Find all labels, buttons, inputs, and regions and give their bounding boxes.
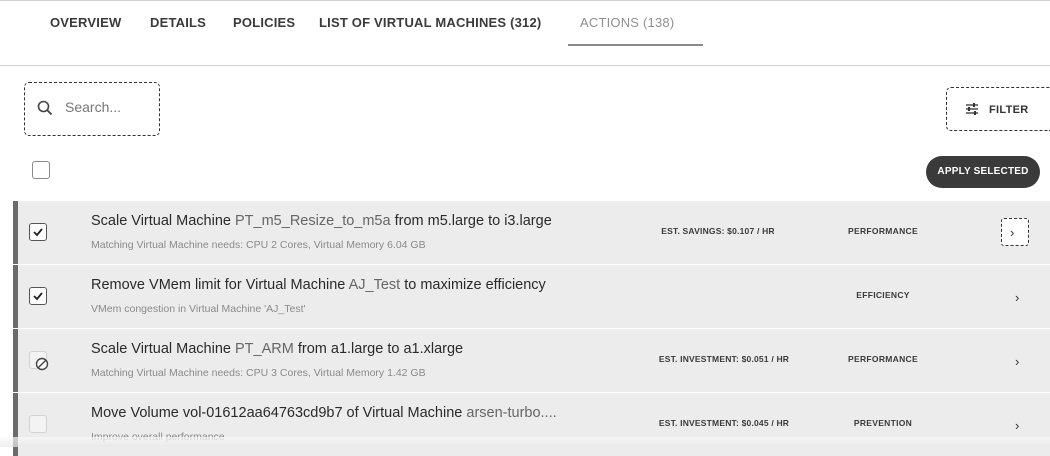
action-metric: EST. INVESTMENT: $0.045 / HR (658, 418, 790, 428)
action-subtitle: Matching Virtual Machine needs: CPU 2 Co… (91, 239, 426, 251)
action-title: Scale Virtual Machine PT_ARM from a1.lar… (91, 341, 464, 357)
search-box[interactable] (24, 82, 160, 136)
sliders-icon (965, 102, 979, 119)
filter-button[interactable]: FILTER (946, 87, 1050, 131)
entity-name: PT_ARM (235, 341, 294, 357)
action-row[interactable]: Scale Virtual Machine PT_m5_Resize_to_m5… (13, 201, 1050, 264)
action-title: Scale Virtual Machine PT_m5_Resize_to_m5… (91, 213, 552, 229)
chevron-right-icon[interactable]: › (1015, 354, 1019, 369)
search-input[interactable] (65, 99, 155, 115)
chevron-right-icon[interactable]: › (1015, 290, 1019, 305)
action-subtitle: Matching Virtual Machine needs: CPU 3 Co… (91, 367, 426, 379)
entity-name: PT_m5_Resize_to_m5a (235, 213, 391, 229)
list-fade-edge (0, 437, 1050, 447)
action-category: PERFORMANCE (848, 354, 918, 364)
tab-actions[interactable]: ACTIONS (138) (580, 15, 674, 30)
action-title: Move Volume vol-01612aa64763cd9b7 of Vir… (91, 405, 557, 421)
select-all-checkbox[interactable] (32, 161, 50, 179)
action-category: PERFORMANCE (848, 226, 918, 236)
apply-selected-button[interactable]: APPLY SELECTED (926, 156, 1040, 188)
action-title: Remove VMem limit for Virtual Machine AJ… (91, 277, 546, 293)
chevron-right-icon[interactable]: › (1015, 418, 1019, 433)
action-metric: EST. SAVINGS: $0.107 / HR (661, 226, 775, 236)
row-checkbox (29, 415, 47, 433)
filter-label: FILTER (989, 104, 1029, 116)
expand-button[interactable]: › (1001, 218, 1029, 246)
not-allowed-icon (35, 357, 49, 376)
row-checkbox[interactable] (29, 223, 47, 241)
entity-name: AJ_Test (348, 277, 401, 293)
entity-name: arsen-turbo.... (466, 405, 557, 421)
tab-bar: OVERVIEW DETAILS POLICIES LIST OF VIRTUA… (0, 0, 1050, 66)
chevron-right-icon: › (1010, 225, 1015, 240)
tab-details[interactable]: DETAILS (150, 15, 206, 30)
action-row[interactable]: Remove VMem limit for Virtual Machine AJ… (13, 265, 1050, 328)
action-category: EFFICIENCY (856, 290, 910, 300)
tab-overview[interactable]: OVERVIEW (50, 15, 121, 30)
tab-list-of-virtual-machines[interactable]: LIST OF VIRTUAL MACHINES (312) (319, 15, 541, 30)
action-metric: EST. INVESTMENT: $0.051 / HR (658, 354, 790, 364)
tab-policies[interactable]: POLICIES (233, 15, 295, 30)
action-subtitle: VMem congestion in Virtual Machine 'AJ_T… (91, 303, 306, 315)
action-row[interactable]: Scale Virtual Machine PT_ARM from a1.lar… (13, 329, 1050, 392)
active-tab-indicator (568, 44, 703, 46)
search-icon (37, 100, 53, 121)
row-checkbox[interactable] (29, 287, 47, 305)
action-category: PREVENTION (853, 418, 913, 428)
